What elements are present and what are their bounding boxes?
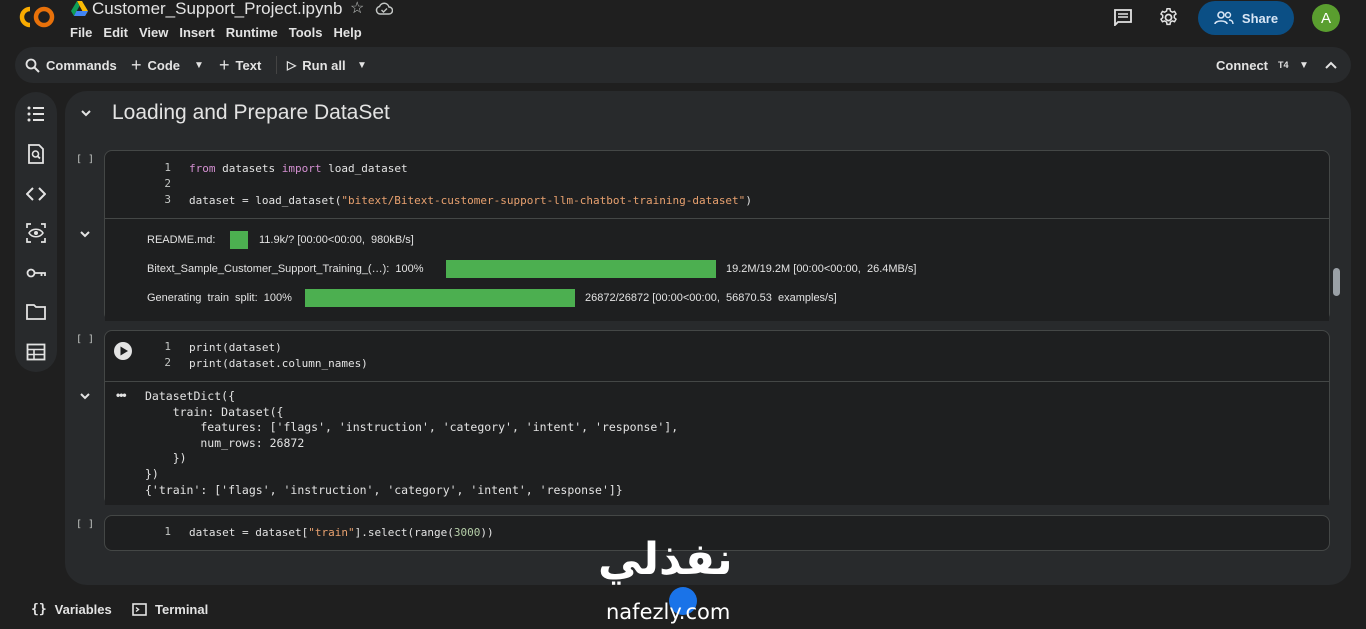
- split-progress-bar: [305, 289, 575, 307]
- notebook-title[interactable]: Customer_Support_Project.ipynb: [92, 0, 342, 18]
- connect-label: Connect: [1216, 57, 1268, 73]
- cell-output: README.md: 11.9k/? [00:00<00:00, 980kB/s…: [105, 218, 1329, 321]
- avatar[interactable]: A: [1312, 4, 1340, 32]
- play-icon: ▷: [287, 58, 297, 72]
- terminal-icon: [132, 602, 147, 616]
- variables-label: Variables: [54, 601, 112, 617]
- secrets-key-icon[interactable]: [26, 263, 46, 283]
- menu-runtime[interactable]: Runtime: [226, 25, 278, 41]
- readme-progress-label: README.md:: [147, 234, 216, 246]
- menu-edit[interactable]: Edit: [103, 25, 128, 41]
- share-label: Share: [1241, 10, 1279, 26]
- menu-file[interactable]: File: [70, 25, 92, 41]
- cloud-saved-icon[interactable]: [375, 1, 393, 16]
- line-number: 1: [164, 161, 171, 174]
- files-folder-icon[interactable]: [26, 302, 46, 322]
- comment-icon[interactable]: [1113, 8, 1133, 26]
- plus-icon: +: [219, 54, 230, 75]
- code-options-dropdown[interactable]: ▼: [194, 47, 204, 83]
- download-progress-label: Bitext_Sample_Customer_Support_Training_…: [147, 263, 424, 275]
- share-button[interactable]: Share: [1198, 1, 1294, 35]
- plus-icon: +: [131, 54, 142, 75]
- cell-run-bracket[interactable]: [ ]: [76, 519, 94, 530]
- cell-run-bracket[interactable]: [ ]: [76, 154, 94, 165]
- run-options-dropdown[interactable]: ▼: [357, 47, 367, 83]
- line-number: 1: [164, 525, 171, 538]
- code-snippets-icon[interactable]: [26, 184, 46, 204]
- data-table-icon[interactable]: [26, 342, 46, 362]
- section-heading: Loading and Prepare DataSet: [112, 101, 390, 124]
- watermark-arabic: نفذلي: [598, 534, 733, 585]
- watermark-url: nafezly.com: [606, 600, 731, 624]
- code-line[interactable]: print(dataset.column_names): [189, 356, 368, 372]
- menu-tools[interactable]: Tools: [289, 25, 323, 41]
- search-icon: [25, 58, 40, 73]
- connect-options-dropdown[interactable]: ▼: [1299, 47, 1309, 83]
- commands-label: Commands: [46, 57, 117, 73]
- run-cell-button-icon[interactable]: [113, 341, 133, 361]
- commands-button[interactable]: Commands: [25, 47, 117, 83]
- output-options-icon[interactable]: •••: [116, 388, 127, 402]
- readme-progress-stats: 11.9k/? [00:00<00:00, 980kB/s]: [259, 234, 414, 246]
- cell-run-bracket[interactable]: [ ]: [76, 334, 94, 345]
- menu-help[interactable]: Help: [333, 25, 361, 41]
- caret-down-icon: ▼: [357, 59, 367, 71]
- collapse-header-button[interactable]: [1325, 47, 1337, 83]
- code-cell-print-dataset[interactable]: 1 2 print(dataset) print(dataset.column_…: [104, 330, 1330, 505]
- output-collapse-chevron-icon[interactable]: [78, 389, 92, 403]
- notebook-toolbar: Commands + Code ▼ + Text ▷ Run all ▼ Con…: [15, 47, 1351, 83]
- add-text-button[interactable]: + Text: [219, 47, 261, 83]
- section-collapse-chevron-icon[interactable]: [79, 106, 93, 120]
- dataset-dict-output: DatasetDict({ train: Dataset({ features:…: [145, 389, 679, 497]
- code-line[interactable]: dataset = load_dataset("bitext/Bitext-cu…: [189, 193, 752, 209]
- line-number: 3: [164, 193, 171, 206]
- variables-inspector-icon[interactable]: [26, 223, 46, 243]
- menu-bar: File Edit View Insert Runtime Tools Help: [70, 25, 373, 41]
- curly-braces-icon: {}: [31, 601, 47, 617]
- line-number: 2: [164, 356, 171, 369]
- google-drive-icon[interactable]: [71, 1, 88, 16]
- caret-down-icon: ▼: [1299, 59, 1309, 71]
- code-line[interactable]: dataset = dataset["train"].select(range(…: [189, 525, 494, 541]
- add-code-button[interactable]: + Code: [131, 47, 180, 83]
- code-line[interactable]: from datasets import load_dataset: [189, 161, 408, 177]
- notebook-scrollbar[interactable]: [1333, 268, 1340, 296]
- variables-button[interactable]: {} Variables: [31, 594, 112, 624]
- menu-view[interactable]: View: [139, 25, 168, 41]
- runtime-badge: T4: [1278, 60, 1289, 70]
- notebook-main-panel: Loading and Prepare DataSet [ ] 1 2 3 fr…: [65, 91, 1351, 585]
- readme-progress-bar: [230, 231, 248, 249]
- run-all-button[interactable]: ▷ Run all: [287, 47, 346, 83]
- chevron-up-icon: [1325, 61, 1337, 69]
- menu-insert[interactable]: Insert: [179, 25, 214, 41]
- cell-output: ••• DatasetDict({ train: Dataset({ featu…: [105, 381, 1329, 505]
- code-cell-load-dataset[interactable]: 1 2 3 from datasets import load_dataset …: [104, 150, 1330, 321]
- side-rail: [15, 92, 57, 372]
- output-collapse-chevron-icon[interactable]: [78, 227, 92, 241]
- table-of-contents-icon[interactable]: [26, 104, 46, 124]
- connect-button[interactable]: Connect T4: [1216, 47, 1289, 83]
- app-header: Customer_Support_Project.ipynb ☆ File Ed…: [0, 0, 1366, 46]
- colab-logo[interactable]: [18, 5, 56, 29]
- star-icon[interactable]: ☆: [350, 0, 364, 18]
- text-label: Text: [235, 57, 262, 73]
- find-replace-icon[interactable]: [26, 144, 46, 164]
- split-progress-stats: 26872/26872 [00:00<00:00, 56870.53 examp…: [585, 292, 837, 304]
- terminal-label: Terminal: [155, 601, 209, 617]
- line-number: 1: [164, 340, 171, 353]
- download-progress-bar: [446, 260, 716, 278]
- toolbar-divider: [276, 56, 277, 74]
- people-icon: [1214, 11, 1234, 25]
- download-progress-stats: 19.2M/19.2M [00:00<00:00, 26.4MB/s]: [726, 263, 917, 275]
- gear-icon[interactable]: [1158, 7, 1179, 28]
- run-all-label: Run all: [302, 57, 346, 73]
- terminal-button[interactable]: Terminal: [132, 594, 208, 624]
- code-line[interactable]: print(dataset): [189, 340, 282, 356]
- caret-down-icon: ▼: [194, 59, 204, 71]
- split-progress-label: Generating train split: 100%: [147, 292, 292, 304]
- line-number: 2: [164, 177, 171, 190]
- code-label: Code: [147, 57, 181, 73]
